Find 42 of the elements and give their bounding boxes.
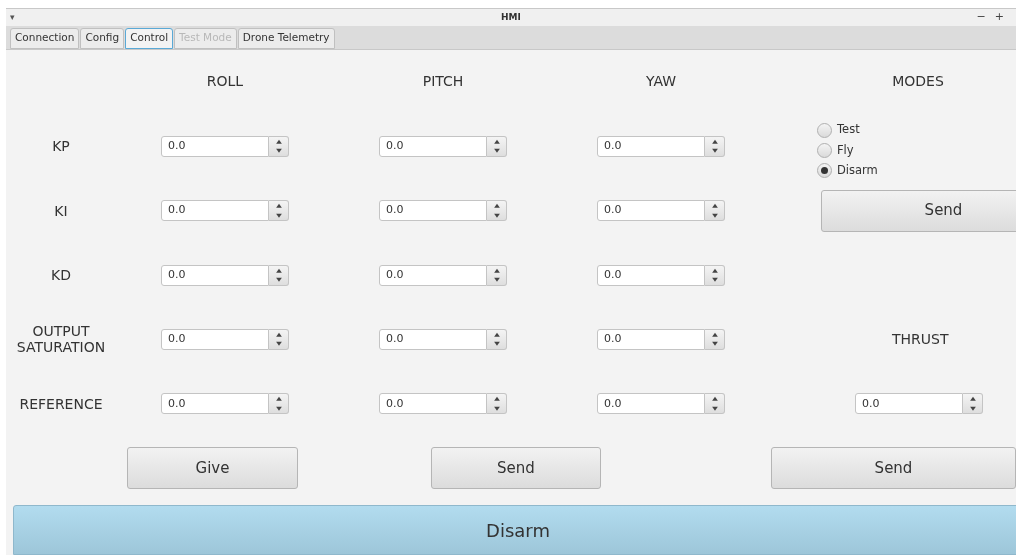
number-field[interactable]: 0.0	[855, 393, 963, 415]
window-control[interactable]: +	[994, 9, 1004, 26]
row-label: REFERENCE	[19, 395, 103, 412]
radio-option[interactable]: Fly	[817, 141, 878, 159]
window-control[interactable]: −	[976, 9, 986, 26]
row-label: KI	[54, 202, 68, 219]
send-button[interactable]: Send	[771, 447, 1016, 490]
radio-option[interactable]: Test	[817, 121, 878, 139]
number-field[interactable]: 0.0	[379, 135, 487, 157]
modes-send-button[interactable]: Send	[821, 189, 1016, 232]
row-label: KD	[51, 267, 71, 284]
window-title: HMI	[501, 10, 521, 24]
number-field[interactable]: 0.0	[379, 264, 487, 286]
column-heading: YAW	[645, 72, 677, 92]
row-label: KP	[52, 138, 70, 155]
number-field[interactable]: 0.0	[379, 200, 487, 222]
give-button[interactable]: Give	[127, 447, 298, 490]
number-field[interactable]: 0.0	[161, 135, 269, 157]
disarm-button[interactable]: Disarm	[13, 505, 1016, 555]
number-field[interactable]: 0.0	[597, 200, 705, 222]
radio-option[interactable]: Disarm	[817, 161, 878, 180]
window-menu-glyph[interactable]: ▾	[10, 10, 15, 25]
number-field[interactable]: 0.0	[597, 393, 705, 415]
number-field[interactable]: 0.0	[161, 393, 269, 415]
modes-heading: MODES	[892, 72, 944, 92]
number-field[interactable]: 0.0	[597, 328, 705, 350]
tab[interactable]: Control	[125, 27, 174, 49]
send-button[interactable]: Send	[430, 447, 601, 490]
number-field[interactable]: 0.0	[379, 393, 487, 415]
tab[interactable]: Config	[80, 27, 125, 49]
number-field[interactable]: 0.0	[161, 264, 269, 286]
number-field[interactable]: 0.0	[597, 135, 705, 157]
tab[interactable]: Connection	[10, 27, 80, 49]
column-heading: PITCH	[422, 72, 464, 92]
thrust-heading: THRUST	[892, 329, 949, 349]
row-label: OUTPUT SATURATION	[15, 323, 107, 356]
number-field[interactable]: 0.0	[161, 328, 269, 350]
column-heading: ROLL	[206, 72, 244, 92]
number-field[interactable]: 0.0	[161, 200, 269, 222]
tab[interactable]: Drone Telemetry	[237, 27, 335, 49]
number-field[interactable]: 0.0	[379, 328, 487, 350]
number-field[interactable]: 0.0	[597, 264, 705, 286]
